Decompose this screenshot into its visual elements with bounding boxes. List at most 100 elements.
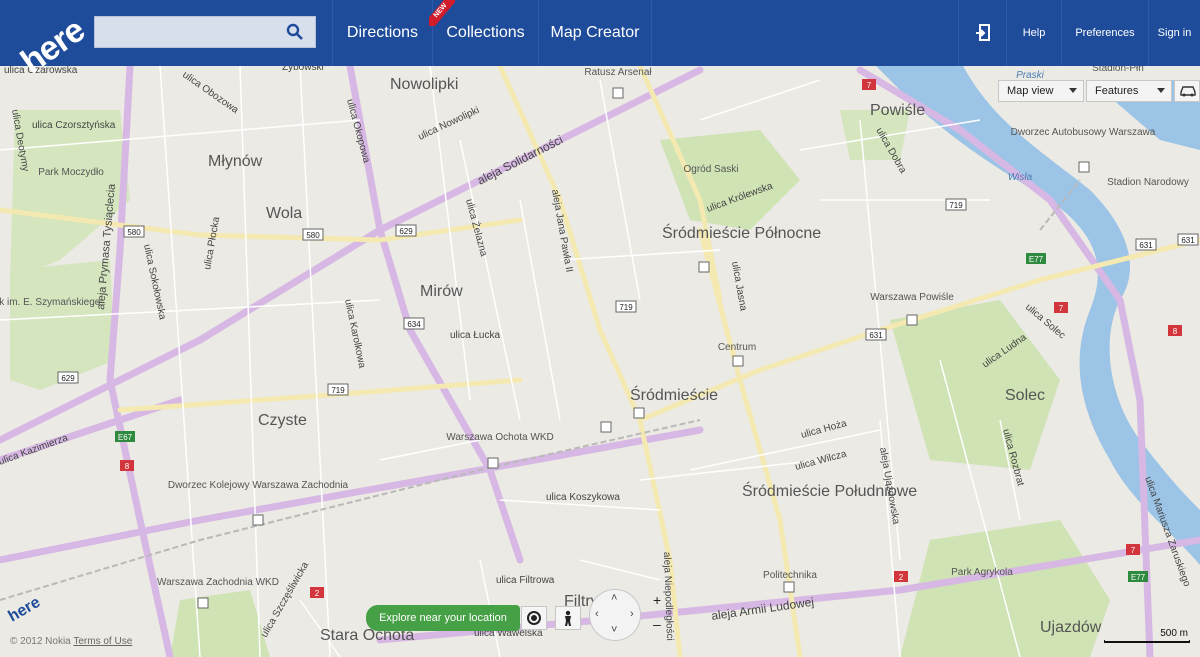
- svg-text:719: 719: [949, 201, 963, 210]
- search-input[interactable]: [99, 21, 273, 45]
- svg-text:8: 8: [125, 462, 130, 471]
- scale-label: 500 m: [1160, 628, 1188, 639]
- features-label: Features: [1095, 85, 1139, 97]
- signin-icon-button[interactable]: [958, 0, 1006, 66]
- road-shield: 719: [327, 383, 349, 396]
- explore-near-location-button[interactable]: Explore near your location: [366, 605, 520, 631]
- district-label: Mirów: [420, 283, 463, 300]
- poi-label: Warszawa Powiśle: [870, 292, 954, 303]
- transit-icon: [252, 514, 264, 526]
- svg-text:E67: E67: [118, 433, 133, 442]
- poi-label: Ratusz Arsenał: [584, 67, 652, 78]
- poi-label: Stadion Narodowy: [1107, 177, 1189, 188]
- poi-label: Dworzec Autobusowy Warszawa: [1011, 127, 1156, 138]
- chevron-right-icon[interactable]: ›: [630, 608, 634, 620]
- top-navigation-bar: here Directions Collections Map Creator …: [0, 0, 1200, 81]
- nav-preferences[interactable]: Preferences: [1061, 0, 1148, 66]
- transit-icon: [698, 261, 710, 273]
- map-view-label: Map view: [1007, 85, 1054, 97]
- road-shield: 580: [302, 228, 324, 241]
- chevron-down-icon[interactable]: ˅: [611, 624, 617, 636]
- target-icon: [527, 611, 541, 625]
- road-shield: 63: [1174, 327, 1183, 336]
- nav-directions[interactable]: Directions: [332, 0, 432, 66]
- poi-label: Wisła: [1008, 172, 1033, 183]
- svg-text:7: 7: [867, 81, 872, 90]
- svg-text:629: 629: [399, 227, 413, 236]
- svg-text:E77: E77: [1029, 255, 1044, 264]
- road-shield: 7: [1054, 302, 1068, 313]
- road-shield: 2: [310, 587, 324, 598]
- svg-text:E77: E77: [1131, 573, 1146, 582]
- copyright-text: © 2012 Nokia: [10, 636, 71, 647]
- district-label: Czyste: [258, 412, 307, 429]
- signin-icon: [975, 24, 990, 41]
- map-view-dropdown[interactable]: Map view: [998, 80, 1084, 102]
- district-label: Śródmieście: [630, 385, 718, 404]
- zoom-out-button[interactable]: –: [653, 616, 661, 632]
- svg-text:580: 580: [306, 231, 320, 240]
- street-label: ulica Czorsztyńska: [32, 120, 116, 131]
- svg-text:2: 2: [315, 589, 320, 598]
- scale-line: [1104, 640, 1190, 643]
- road-shield: E77: [1026, 253, 1046, 264]
- zoom-in-button[interactable]: +: [653, 592, 661, 608]
- road-shield: 8: [120, 460, 134, 471]
- road-shield: 7: [1126, 544, 1140, 555]
- zoom-control: + –: [650, 592, 668, 636]
- chevron-down-icon: [1069, 88, 1077, 93]
- nav-map-creator[interactable]: Map Creator: [538, 0, 652, 66]
- transit-icon: [906, 314, 918, 326]
- road-shield: 631: [865, 328, 887, 341]
- svg-text:629: 629: [61, 374, 75, 383]
- copyright-footer: © 2012 Nokia Terms of Use: [10, 636, 132, 647]
- chevron-left-icon[interactable]: ‹: [595, 608, 599, 620]
- street-label: ulica Łucka: [450, 330, 500, 341]
- transit-icon: [487, 457, 499, 469]
- chevron-down-icon: [1157, 88, 1165, 93]
- district-label: Śródmieście Północne: [662, 223, 821, 242]
- pedestrian-icon: [565, 610, 571, 626]
- poi-label: Warszawa Zachodnia WKD: [157, 577, 279, 588]
- poi-label: Centrum: [718, 342, 756, 353]
- transit-icon: [783, 581, 795, 593]
- road-shield: 634: [403, 317, 425, 330]
- nav-help[interactable]: Help: [1006, 0, 1061, 66]
- new-badge: NEW: [429, 0, 455, 26]
- district-label: Powiśle: [870, 102, 925, 119]
- svg-text:634: 634: [407, 320, 421, 329]
- district-label: Wola: [266, 205, 302, 222]
- road-shield: 580: [123, 225, 145, 238]
- search-box[interactable]: [94, 16, 316, 48]
- locate-me-button[interactable]: [521, 606, 547, 630]
- features-dropdown[interactable]: Features: [1086, 80, 1172, 102]
- svg-text:2: 2: [899, 573, 904, 582]
- district-label: Ujazdów: [1040, 619, 1102, 636]
- road-shield: 719: [945, 198, 967, 211]
- poi-label: Park Moczydło: [38, 167, 104, 178]
- chevron-up-icon[interactable]: ˄: [611, 592, 617, 604]
- road-shield: 629: [57, 371, 79, 384]
- terms-of-use-link[interactable]: Terms of Use: [73, 636, 132, 647]
- poi-label: Warszawa Ochota WKD: [446, 432, 553, 443]
- search-button[interactable]: [275, 17, 315, 47]
- pan-control[interactable]: ˄ ˅ ‹ ›: [589, 589, 641, 641]
- road-shield: 719: [615, 300, 637, 313]
- nav-sign-in[interactable]: Sign in: [1148, 0, 1200, 66]
- district-label: Solec: [1005, 387, 1045, 404]
- svg-text:7: 7: [1059, 304, 1064, 313]
- road-shield: 629: [395, 224, 417, 237]
- road-shield: 631: [1135, 238, 1157, 251]
- traffic-toggle[interactable]: [1174, 80, 1200, 102]
- poi-label: Dworzec Kolejowy Warszawa Zachodnia: [168, 480, 349, 491]
- search-icon: [286, 23, 303, 40]
- transit-icon: [197, 597, 209, 609]
- street-label: ulica Filtrowa: [496, 575, 555, 586]
- svg-text:719: 719: [331, 386, 345, 395]
- scale-bar: 500 m: [1104, 628, 1190, 644]
- poi-label: Politechnika: [763, 570, 817, 581]
- svg-text:631: 631: [1139, 241, 1153, 250]
- road-shield: E67: [115, 431, 135, 442]
- transit-icon: [732, 355, 744, 367]
- pedestrian-button[interactable]: [555, 606, 581, 630]
